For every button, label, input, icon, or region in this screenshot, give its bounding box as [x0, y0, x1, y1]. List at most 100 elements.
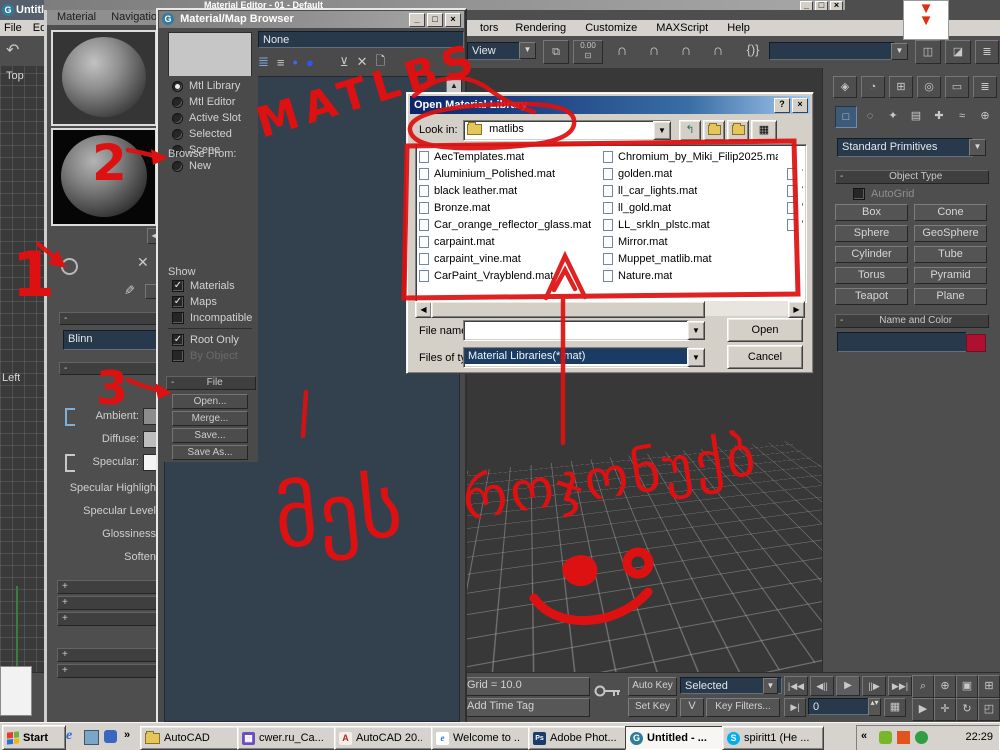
object-type-button[interactable]: Box: [835, 204, 908, 221]
object-type-button[interactable]: Tube: [914, 246, 987, 263]
file-item[interactable]: carpaint_vine.mat: [419, 250, 599, 267]
browse-from-option[interactable]: Selected: [172, 128, 258, 140]
collapsed-rollout[interactable]: +: [57, 580, 163, 594]
file-item[interactable]: Car_orange_reflector_glass.mat: [419, 216, 599, 233]
show-option-checkbox[interactable]: Maps: [172, 296, 258, 308]
go-to-start-icon[interactable]: |◀◀: [784, 676, 808, 696]
quicklaunch-desktop-icon[interactable]: [84, 730, 99, 745]
file-item[interactable]: T: [787, 165, 803, 182]
undo-icon[interactable]: ↶: [6, 40, 19, 60]
file-item[interactable]: Bronze.mat: [419, 199, 599, 216]
file-menu-button[interactable]: Save As...: [172, 445, 248, 460]
layer-manager-icon[interactable]: ≣: [975, 40, 999, 64]
file-item[interactable]: Mirror.mat: [603, 233, 779, 250]
clear-library-icon[interactable]: 🗋: [376, 52, 386, 73]
quicklaunch-ie-icon[interactable]: e: [66, 728, 72, 744]
primitive-dropdown-arrow-icon[interactable]: ▼: [969, 139, 986, 156]
zoom-icon[interactable]: ⌕: [912, 675, 934, 698]
browse-from-option[interactable]: New: [172, 160, 258, 172]
file-item[interactable]: Aluminium_Polished.mat: [419, 165, 599, 182]
me-maximize-icon[interactable]: □: [815, 1, 828, 10]
browser-maximize-icon[interactable]: □: [427, 13, 443, 27]
file-item[interactable]: golden.mat: [603, 165, 779, 182]
select-and-scale-icon[interactable]: ∩: [675, 42, 697, 59]
show-option-checkbox[interactable]: Incompatible: [172, 312, 258, 324]
arc-rotate-icon[interactable]: ↻: [956, 698, 978, 721]
maximize-viewport-icon[interactable]: ◰: [978, 698, 1000, 721]
me-get-material-icon[interactable]: [61, 258, 78, 275]
map-browser-title-bar[interactable]: G Material/Map Browser _ □ ×: [159, 11, 464, 28]
file-item[interactable]: W: [787, 216, 803, 233]
quicklaunch-media-icon[interactable]: [104, 730, 117, 743]
object-type-button[interactable]: Teapot: [835, 288, 908, 305]
play-icon[interactable]: ▶: [836, 676, 860, 696]
me-close-icon[interactable]: ×: [830, 1, 843, 10]
dialog-help-icon[interactable]: ?: [774, 98, 790, 113]
object-type-button[interactable]: Cylinder: [835, 246, 908, 263]
category-shapes-icon[interactable]: ◌: [860, 106, 880, 128]
zoom-extents-icon[interactable]: ▣: [956, 675, 978, 698]
file-item[interactable]: CarPaint_Vrayblend.mat: [419, 267, 599, 284]
show-option-checkbox[interactable]: Materials: [172, 280, 258, 292]
scroll-left-icon[interactable]: ◀: [415, 301, 432, 318]
menu-rendering[interactable]: Rendering: [515, 22, 566, 34]
file-item[interactable]: Muppet_matlib.mat: [603, 250, 779, 267]
collapsed-rollout[interactable]: +: [57, 648, 163, 662]
keyboard-shortcut-icon[interactable]: {)}: [741, 42, 765, 57]
menu-customize[interactable]: Customize: [585, 22, 637, 34]
browser-minimize-icon[interactable]: _: [409, 13, 425, 27]
object-color-swatch[interactable]: [966, 334, 986, 352]
basic-params-rollout-header[interactable]: -: [59, 362, 162, 375]
new-folder-icon[interactable]: [727, 120, 749, 141]
file-name-arrow-icon[interactable]: ▼: [687, 321, 705, 340]
object-name-field[interactable]: [837, 332, 967, 352]
current-frame-field[interactable]: 0: [808, 698, 872, 715]
browse-from-option[interactable]: Mtl Editor: [172, 96, 258, 108]
dialog-title-bar[interactable]: Open Material Library ? ×: [410, 96, 810, 114]
key-mode-icon[interactable]: ▶|: [784, 698, 806, 717]
select-object-icon[interactable]: ⧉: [543, 40, 569, 64]
view-list-plus-icon[interactable]: ≡: [277, 55, 285, 70]
root-only-checkbox[interactable]: Root Only: [172, 334, 239, 346]
scroll-right-icon[interactable]: ▶: [788, 301, 805, 318]
frame-spinner-icon[interactable]: ▴▾: [868, 698, 881, 716]
mirror-icon[interactable]: ◫: [915, 40, 941, 64]
object-type-rollout-header[interactable]: - Object Type: [835, 170, 989, 184]
task-button-autocad-app[interactable]: A AutoCAD 20...: [334, 726, 436, 750]
start-button[interactable]: Start: [2, 725, 66, 750]
tab-modify-icon[interactable]: ◔: [861, 76, 885, 98]
shader-dropdown[interactable]: Blinn: [63, 330, 161, 350]
task-button-3dsmax[interactable]: G Untitled - ...: [625, 726, 727, 750]
add-time-tag[interactable]: Add Time Tag: [462, 698, 590, 717]
named-selection-set-field[interactable]: [769, 42, 895, 60]
tab-motion-icon[interactable]: ◎: [917, 76, 941, 98]
tray-icon-green[interactable]: [879, 731, 892, 744]
named-selection-dropdown[interactable]: View: [467, 42, 521, 60]
task-button-cwer[interactable]: ▦ cwer.ru_Ca...: [237, 726, 339, 750]
view-list-icon[interactable]: ≣: [258, 54, 269, 70]
category-helpers-icon[interactable]: ✚: [929, 106, 949, 128]
file-item[interactable]: Chromium_by_Miki_Filip2025.mat: [603, 148, 779, 165]
dialog-close-icon[interactable]: ×: [792, 98, 808, 113]
tab-display-icon[interactable]: ▭: [945, 76, 969, 98]
files-of-type-dropdown[interactable]: Material Libraries(*.mat): [463, 347, 689, 368]
file-menu-button[interactable]: Save...: [172, 428, 248, 443]
look-in-arrow-icon[interactable]: ▼: [653, 121, 671, 140]
next-frame-icon[interactable]: ||▶: [862, 676, 886, 696]
top-viewport-strip[interactable]: Top Left: [0, 66, 44, 750]
snap-toggle-icon[interactable]: 0.00 ⊡: [573, 40, 603, 64]
file-name-input[interactable]: [463, 320, 689, 341]
cancel-button[interactable]: Cancel: [727, 345, 803, 369]
task-button-welcome[interactable]: e Welcome to ...: [431, 726, 533, 750]
view-dropdown-arrow-icon[interactable]: ▼: [519, 42, 536, 59]
me-menu-material[interactable]: Material: [57, 11, 96, 23]
time-config-icon[interactable]: ▦: [884, 698, 906, 717]
menu-graph-editors[interactable]: tors: [480, 22, 498, 34]
file-item[interactable]: V: [787, 182, 803, 199]
key-lock-icon[interactable]: [592, 681, 624, 704]
select-and-rotate-icon[interactable]: ∩: [643, 42, 665, 59]
file-item[interactable]: Nature.mat: [603, 267, 779, 284]
material-sample-slot-2[interactable]: [51, 128, 157, 226]
file-item[interactable]: ll_car_lights.mat: [603, 182, 779, 199]
category-cameras-icon[interactable]: ▤: [906, 106, 926, 128]
